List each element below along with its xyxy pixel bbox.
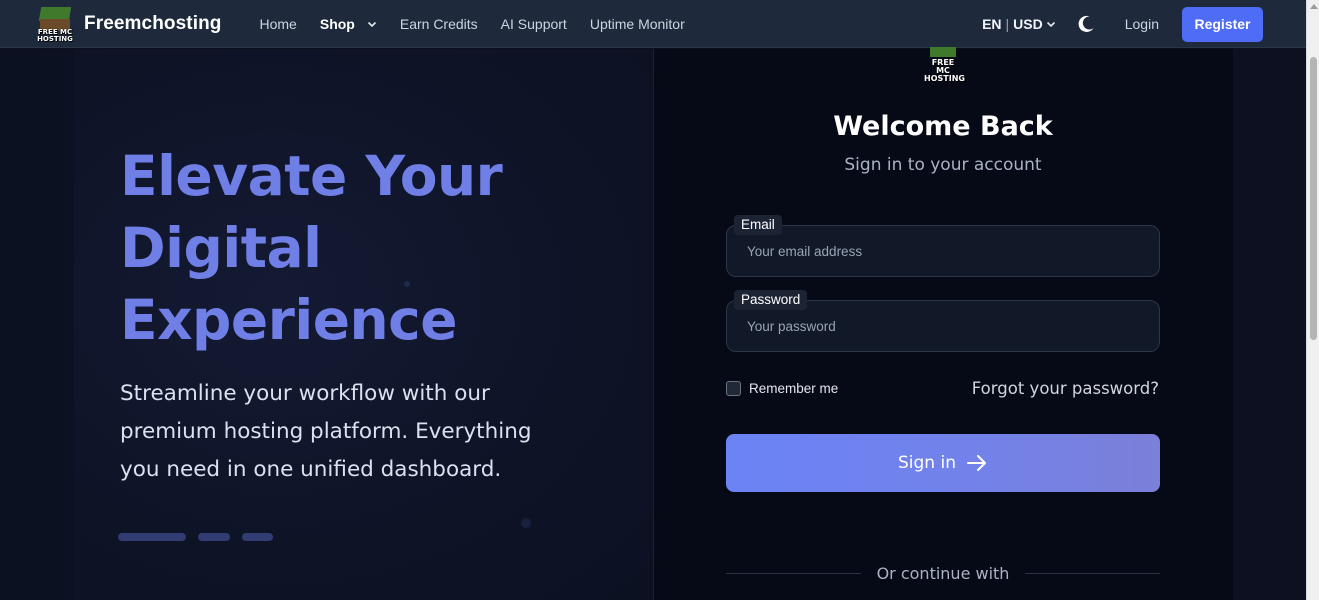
nav-home[interactable]: Home (260, 16, 297, 32)
scrollbar-thumb[interactable] (1310, 57, 1317, 340)
locale-separator: | (1005, 16, 1010, 32)
register-button[interactable]: Register (1182, 6, 1263, 42)
carousel-indicator-2[interactable] (198, 533, 230, 541)
divider-label: Or continue with (876, 563, 1010, 583)
remember-me[interactable]: Remember me (726, 381, 838, 396)
chevron-down-icon (1046, 21, 1055, 28)
top-navbar: FREE MC HOSTING Freemchosting Home Shop … (0, 0, 1306, 48)
language-code: EN (982, 16, 1002, 32)
hero-subtitle: Streamline your workflow with our premiu… (120, 381, 532, 482)
sign-in-button[interactable]: Sign in (726, 434, 1160, 492)
scroll-up-arrow[interactable] (1310, 4, 1318, 9)
hero-title: Elevate Your Digital Experience (120, 144, 503, 352)
sign-in-label: Sign in (898, 453, 956, 473)
moon-icon[interactable] (1076, 14, 1096, 34)
password-label: Password (734, 290, 808, 310)
password-field-group: Password (726, 290, 1160, 352)
forgot-password-link[interactable]: Forgot your password? (972, 379, 1159, 398)
page-background-right (1233, 49, 1306, 600)
freemchosting-logo: FREE MC HOSTING (36, 5, 74, 43)
nav-earn-credits[interactable]: Earn Credits (400, 16, 478, 32)
login-panel: FREE MC HOSTING Welcome Back Sign in to … (653, 47, 1233, 600)
carousel-indicator-1[interactable] (118, 533, 186, 541)
nav-right-group: EN | USD Login Register (982, 0, 1263, 48)
hero-carousel-indicators (118, 533, 285, 541)
brand-name[interactable]: Freemchosting (84, 13, 222, 35)
login-link[interactable]: Login (1125, 16, 1159, 32)
nav-shop[interactable]: Shop (320, 16, 355, 32)
main-nav: Home Shop Earn Credits AI Support Uptime… (260, 16, 708, 32)
decorative-dot (521, 518, 531, 528)
email-input[interactable] (726, 225, 1160, 277)
email-label: Email (734, 215, 782, 235)
carousel-indicator-3[interactable] (242, 533, 273, 541)
remember-me-label[interactable]: Remember me (749, 381, 838, 396)
remember-me-checkbox[interactable] (726, 381, 741, 396)
locale-currency-selector[interactable]: EN | USD (982, 16, 1056, 32)
arrow-right-icon (966, 455, 986, 471)
nav-ai-support[interactable]: AI Support (501, 16, 567, 32)
nav-uptime-monitor[interactable]: Uptime Monitor (590, 16, 685, 32)
login-subtitle: Sign in to your account (844, 155, 1042, 175)
freemchosting-logo: FREE MC HOSTING (924, 47, 965, 83)
or-continue-divider: Or continue with (726, 563, 1161, 583)
nav-shop-dropdown[interactable]: Shop (320, 16, 377, 32)
brand-link[interactable]: FREE MC HOSTING Freemchosting (36, 5, 222, 43)
chevron-down-icon[interactable] (367, 19, 377, 29)
email-field-group: Email (726, 215, 1160, 277)
login-title: Welcome Back (833, 111, 1053, 142)
page-scrollbar[interactable] (1306, 0, 1319, 600)
currency-code: USD (1013, 16, 1043, 32)
